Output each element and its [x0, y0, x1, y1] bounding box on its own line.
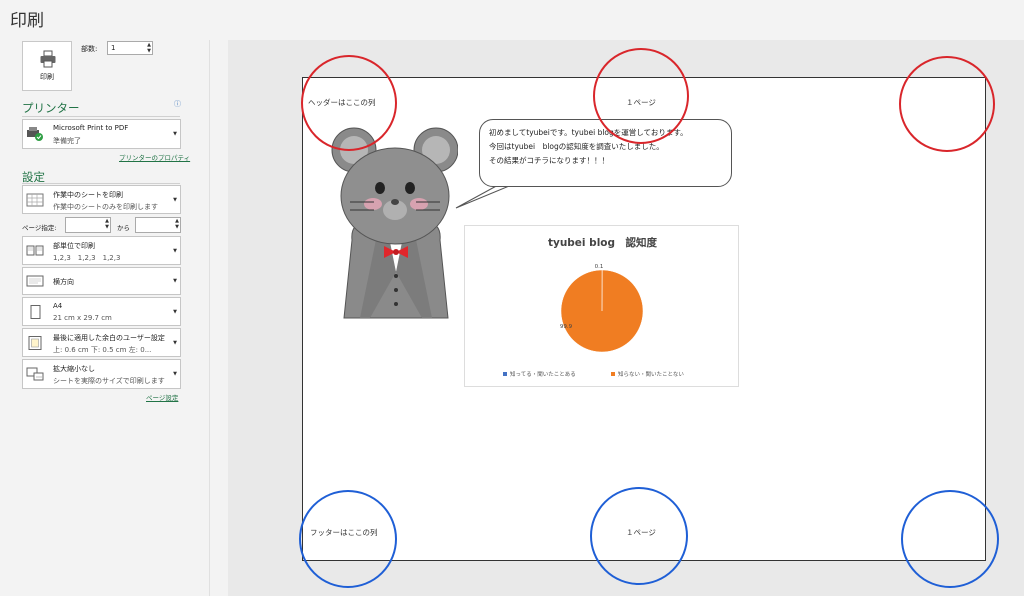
pie-slice — [560, 269, 644, 353]
chevron-down-icon: ▼ — [173, 371, 177, 377]
speech-bubble: 初めましてtyubeiです。tyubei blogを運営しております。 今回はt… — [479, 119, 732, 187]
pie-chart-container: tyubei blog 認知度 0.1 99.9 知ってる・聞いたことある 知ら… — [464, 225, 739, 387]
print-what-sub: 作業中のシートのみを印刷します — [53, 203, 158, 211]
orientation-main: 横方向 — [53, 278, 74, 286]
bubble-line: その結果がコチラになります！！！ — [489, 156, 609, 165]
pages-to-input[interactable]: ▲ ▼ — [135, 217, 181, 233]
scaling-icon — [26, 367, 44, 381]
printer-ready-icon — [27, 127, 43, 141]
footer-center-text: １ページ — [626, 528, 656, 537]
chevron-down-icon: ▼ — [173, 339, 177, 346]
pages-from-input[interactable]: ▲ ▼ — [65, 217, 111, 233]
legend-swatch — [611, 372, 615, 376]
copies-spinner[interactable]: ▲ ▼ — [147, 42, 151, 54]
pie-chart: tyubei blog 認知度 0.1 99.9 知ってる・聞いたことある 知ら… — [503, 236, 684, 378]
legend-entry: 知らない・聞いたことない — [618, 370, 684, 378]
margins-dropdown[interactable]: 最後に適用した余白のユーザー設定 上: 0.6 cm 下: 0.5 cm 左: … — [22, 328, 181, 357]
paper-size-dropdown[interactable]: A4 21 cm x 29.7 cm ▼ — [22, 297, 181, 326]
header-left-text: ヘッダーはここの列 — [308, 98, 376, 107]
landscape-icon — [26, 275, 44, 287]
collate-sub: 1,2,3 1,2,3 1,2,3 — [53, 254, 121, 262]
footer-left-text: フッターはここの列 — [310, 528, 378, 537]
sheet-icon — [26, 193, 44, 206]
printer-divider — [22, 116, 180, 117]
pages-label: ページ指定: — [22, 224, 57, 232]
copies-input[interactable]: 1 ▲ ▼ — [107, 41, 153, 55]
copies-value: 1 — [111, 44, 116, 52]
chevron-down-icon: ▼ — [173, 308, 177, 315]
page-setup-link[interactable]: ページ設定 — [146, 392, 178, 402]
scaling-main: 拡大縮小なし — [53, 365, 95, 373]
collate-dropdown[interactable]: 部単位で印刷 1,2,3 1,2,3 1,2,3 ▼ — [22, 236, 181, 265]
collate-icon — [26, 245, 44, 255]
data-label: 99.9 — [560, 324, 573, 330]
paper-icon — [30, 304, 41, 319]
printer-icon — [40, 50, 56, 68]
print-what-main: 作業中のシートを印刷 — [53, 191, 123, 199]
margins-sub: 上: 0.6 cm 下: 0.5 cm 左: 0... — [53, 346, 152, 354]
legend-entry: 知ってる・聞いたことある — [510, 370, 576, 378]
orientation-dropdown[interactable]: 横方向 ▼ — [22, 267, 181, 295]
chevron-down-icon: ▼ — [173, 196, 177, 203]
printer-section-title: プリンター — [22, 101, 80, 115]
printer-properties-link[interactable]: プリンターのプロパティ — [119, 152, 190, 162]
data-label: 0.1 — [595, 264, 604, 270]
chevron-down-icon: ▼ — [173, 278, 177, 284]
margins-main: 最後に適用した余白のユーザー設定 — [53, 334, 165, 342]
mouse-illustration — [331, 127, 458, 319]
print-what-dropdown[interactable]: 作業中のシートを印刷 作業中のシートのみを印刷します ▼ — [22, 185, 181, 214]
printer-name: Microsoft Print to PDF — [53, 124, 129, 132]
paper-sub: 21 cm x 29.7 cm — [53, 314, 112, 322]
settings-divider — [22, 183, 180, 184]
printer-status: 準備完了 — [53, 137, 81, 145]
chevron-down-icon: ▼ — [173, 131, 177, 137]
header-center-text: １ページ — [626, 98, 656, 107]
copies-label: 部数: — [81, 45, 98, 53]
scaling-dropdown[interactable]: 拡大縮小なし シートを実際のサイズで印刷します ▼ — [22, 359, 181, 389]
pages-to-spinner[interactable]: ▲ ▼ — [175, 218, 179, 230]
legend-swatch — [503, 372, 507, 376]
margins-icon — [28, 335, 42, 350]
panel-divider — [209, 40, 210, 596]
collate-main: 部単位で印刷 — [53, 242, 95, 250]
bubble-line: 初めましてtyubeiです。tyubei blogを運営しております。 — [489, 128, 688, 137]
paper-main: A4 — [53, 302, 63, 310]
scaling-sub: シートを実際のサイズで印刷します — [53, 377, 165, 385]
print-button-label: 印刷 — [40, 73, 54, 81]
pages-from-spinner[interactable]: ▲ ▼ — [105, 218, 109, 230]
chevron-down-icon: ▼ — [173, 247, 177, 254]
pages-to-label: から — [117, 224, 130, 232]
bubble-line: 今回はtyubei blogの認知度を調査いたしました。 — [489, 142, 664, 151]
printer-dropdown[interactable]: Microsoft Print to PDF 準備完了 ▼ — [22, 119, 181, 149]
info-icon[interactable]: ⓘ — [174, 99, 181, 109]
page-title: 印刷 — [10, 11, 44, 31]
chart-title: tyubei blog 認知度 — [548, 236, 658, 249]
print-button[interactable]: 印刷 — [22, 41, 72, 91]
